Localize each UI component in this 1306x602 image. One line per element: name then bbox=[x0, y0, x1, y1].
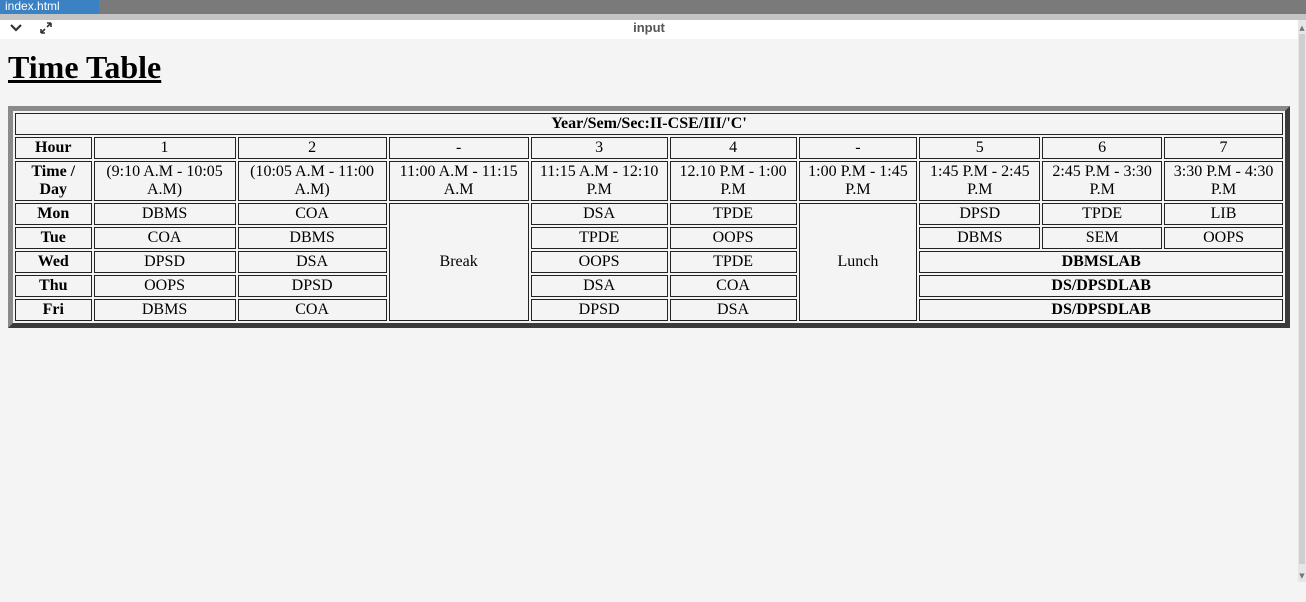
subject-cell: SEM bbox=[1042, 227, 1163, 249]
subject-cell: LIB bbox=[1164, 203, 1283, 225]
time-cell: 11:15 A.M - 12:10 P.M bbox=[530, 161, 668, 201]
hour-cell: - bbox=[388, 137, 529, 159]
subject-cell: OOPS bbox=[93, 275, 236, 297]
table-row-tue: Tue COA DBMS TPDE OOPS DBMS SEM OOPS bbox=[15, 227, 1283, 249]
subject-cell: OOPS bbox=[530, 251, 668, 273]
subject-cell: OOPS bbox=[669, 227, 797, 249]
scroll-up-arrow-icon[interactable]: ▲ bbox=[1298, 22, 1306, 34]
preview-title: input bbox=[633, 20, 665, 35]
scroll-down-arrow-icon[interactable]: ▼ bbox=[1298, 570, 1306, 582]
subject-cell: DPSD bbox=[530, 299, 668, 321]
editor-tab-bar: index.html bbox=[0, 0, 1306, 14]
day-label: Fri bbox=[15, 299, 92, 321]
subject-cell: DSA bbox=[237, 251, 387, 273]
lab-cell: DBMSLAB bbox=[919, 251, 1283, 273]
hour-cell: 3 bbox=[530, 137, 668, 159]
table-row-thu: Thu OOPS DPSD DSA COA DS/DPSDLAB bbox=[15, 275, 1283, 297]
time-cell: 3:30 P.M - 4:30 P.M bbox=[1164, 161, 1283, 201]
lab-cell: DS/DPSDLAB bbox=[919, 299, 1283, 321]
time-cell: 2:45 P.M - 3:30 P.M bbox=[1042, 161, 1163, 201]
time-cell: (9:10 A.M - 10:05 A.M) bbox=[93, 161, 236, 201]
table-row-wed: Wed DPSD DSA OOPS TPDE DBMSLAB bbox=[15, 251, 1283, 273]
day-label: Wed bbox=[15, 251, 92, 273]
table-row-fri: Fri DBMS COA DPSD DSA DS/DPSDLAB bbox=[15, 299, 1283, 321]
subject-cell: TPDE bbox=[669, 251, 797, 273]
timetable: Year/Sem/Sec:II-CSE/III/'C' Hour 1 2 - 3… bbox=[8, 106, 1290, 328]
hour-cell: 6 bbox=[1042, 137, 1163, 159]
day-label: Thu bbox=[15, 275, 92, 297]
subject-cell: DBMS bbox=[237, 227, 387, 249]
scroll-thumb[interactable] bbox=[1299, 34, 1305, 564]
break-cell: Break bbox=[388, 203, 529, 321]
time-cell: 1:45 P.M - 2:45 P.M bbox=[919, 161, 1041, 201]
subject-cell: TPDE bbox=[530, 227, 668, 249]
time-cell: 1:00 P.M - 1:45 P.M bbox=[798, 161, 918, 201]
lab-cell: DS/DPSDLAB bbox=[919, 275, 1283, 297]
preview-toolbar: input bbox=[0, 20, 1298, 39]
day-label: Tue bbox=[15, 227, 92, 249]
hour-cell: 5 bbox=[919, 137, 1041, 159]
vertical-scrollbar[interactable]: ▲ ▼ bbox=[1298, 20, 1306, 582]
subject-cell: DSA bbox=[530, 203, 668, 225]
timetable-caption: Year/Sem/Sec:II-CSE/III/'C' bbox=[15, 113, 1283, 135]
subject-cell: COA bbox=[669, 275, 797, 297]
time-cell: 11:00 A.M - 11:15 A.M bbox=[388, 161, 529, 201]
hour-cell: 7 bbox=[1164, 137, 1283, 159]
chevron-down-icon[interactable] bbox=[8, 21, 24, 37]
lunch-cell: Lunch bbox=[798, 203, 918, 321]
subject-cell: DBMS bbox=[93, 203, 236, 225]
hour-header: Hour bbox=[15, 137, 92, 159]
subject-cell: DSA bbox=[669, 299, 797, 321]
subject-cell: DPSD bbox=[919, 203, 1041, 225]
hour-cell: 1 bbox=[93, 137, 236, 159]
subject-cell: DPSD bbox=[237, 275, 387, 297]
subject-cell: TPDE bbox=[669, 203, 797, 225]
subject-cell: DBMS bbox=[919, 227, 1041, 249]
table-row-mon: Mon DBMS COA Break DSA TPDE Lunch DPSD T… bbox=[15, 203, 1283, 321]
day-label: Mon bbox=[15, 203, 92, 225]
subject-cell: DPSD bbox=[93, 251, 236, 273]
tab-index-html[interactable]: index.html bbox=[0, 0, 99, 14]
subject-cell: COA bbox=[93, 227, 236, 249]
hour-cell: 2 bbox=[237, 137, 387, 159]
page-title: Time Table bbox=[8, 49, 162, 85]
subject-cell: DSA bbox=[530, 275, 668, 297]
time-day-header: Time / Day bbox=[15, 161, 92, 201]
hour-cell: 4 bbox=[669, 137, 797, 159]
subject-cell: COA bbox=[237, 203, 387, 225]
subject-cell: TPDE bbox=[1042, 203, 1163, 225]
subject-cell: OOPS bbox=[1164, 227, 1283, 249]
time-cell: (10:05 A.M - 11:00 A.M) bbox=[237, 161, 387, 201]
expand-icon[interactable] bbox=[38, 21, 54, 37]
subject-cell: COA bbox=[237, 299, 387, 321]
time-cell: 12.10 P.M - 1:00 P.M bbox=[669, 161, 797, 201]
hour-cell: - bbox=[798, 137, 918, 159]
subject-cell: DBMS bbox=[93, 299, 236, 321]
